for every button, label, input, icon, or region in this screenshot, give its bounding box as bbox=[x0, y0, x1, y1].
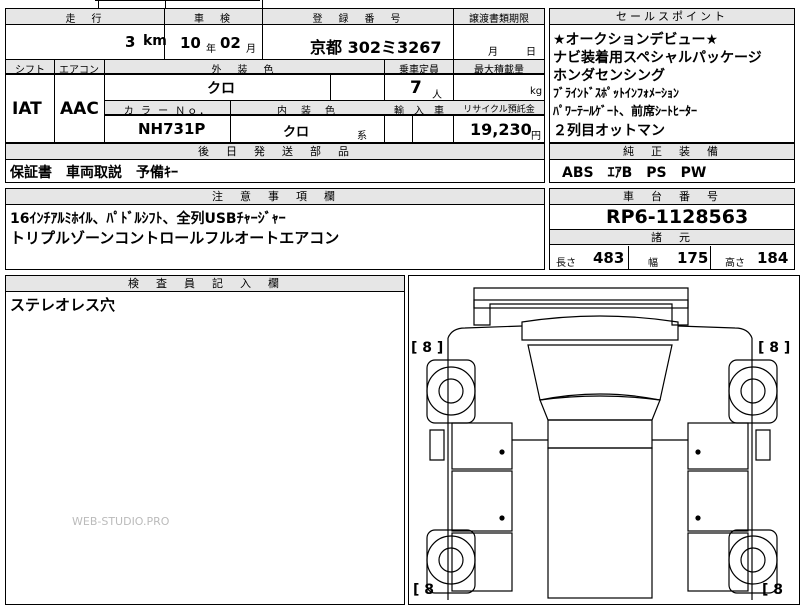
later-parts-value: 保証書 車両取説 予備ｷｰ bbox=[10, 165, 178, 181]
top-strip-divider bbox=[165, 0, 166, 8]
row-divider bbox=[5, 74, 545, 75]
col-divider bbox=[710, 246, 711, 270]
mileage-header: 走 行 bbox=[65, 14, 105, 25]
genuine-equipment-header: 純 正 装 備 bbox=[550, 144, 794, 160]
sales-point-5: ﾊﾟﾜｰﾃｰﾙｹﾞｰﾄ、前席ｼｰﾄﾋｰﾀｰ bbox=[553, 104, 698, 118]
row-divider bbox=[104, 115, 545, 116]
col-divider bbox=[330, 75, 331, 100]
max-load-unit: kg bbox=[530, 86, 543, 97]
inspection-year-unit: 年 bbox=[206, 44, 216, 55]
inspector-header: 検 査 員 記 入 欄 bbox=[6, 276, 404, 292]
sales-point-6: ２列目オットマン bbox=[553, 123, 665, 139]
col-divider bbox=[54, 60, 55, 143]
transfer-month: 月 bbox=[488, 47, 498, 58]
interior-suffix: 系 bbox=[357, 131, 367, 142]
tire-front-left: [ 8 ] bbox=[411, 340, 444, 356]
inspector-box bbox=[5, 275, 405, 605]
registration-header: 登 録 番 号 bbox=[312, 14, 404, 25]
chassis-header: 車 台 番 号 bbox=[550, 189, 794, 205]
genuine-equipment-value: ABS ｴｱB PS PW bbox=[562, 165, 707, 181]
sales-points-header: セールスポイント bbox=[550, 9, 794, 25]
top-strip-divider bbox=[98, 0, 99, 8]
interior-color-value: クロ bbox=[283, 125, 310, 140]
chassis-number: RP6-1128563 bbox=[606, 206, 749, 228]
later-parts-header: 後 日 発 送 部 品 bbox=[6, 144, 544, 160]
recycle-fee-value: 19,230 bbox=[470, 120, 532, 139]
length-label: 長さ bbox=[556, 258, 576, 269]
inspection-header: 車 検 bbox=[194, 14, 233, 25]
top-strip-line bbox=[95, 0, 260, 1]
length-value: 483 bbox=[593, 249, 625, 267]
col-divider bbox=[628, 246, 629, 270]
inspection-year: 10 bbox=[180, 34, 201, 52]
capacity-unit: 人 bbox=[432, 90, 442, 101]
notes-line-2: トリプルゾーンコントロールフルオートエアコン bbox=[10, 229, 340, 247]
transfer-day: 日 bbox=[526, 47, 536, 58]
notes-header: 注 意 事 項 欄 bbox=[6, 189, 544, 205]
watermark: WEB-STUDIO.PRO bbox=[72, 515, 170, 528]
inspector-note: ステレオレス穴 bbox=[10, 296, 116, 314]
sales-point-4: ﾌﾞﾗｲﾝﾄﾞｽﾎﾟｯﾄｲﾝﾌｫﾒｰｼｮﾝ bbox=[553, 86, 680, 100]
inspection-month: 02 bbox=[220, 34, 241, 52]
tire-rear-left: [ 8 bbox=[413, 582, 435, 598]
width-label: 幅 bbox=[648, 258, 658, 269]
col-divider bbox=[230, 101, 231, 143]
tire-rear-right: [ 8 bbox=[762, 582, 784, 598]
recycle-header: リサイクル預託金 bbox=[463, 105, 535, 115]
sales-point-1: ★オークションデビュー★ bbox=[553, 32, 719, 48]
aircon-value: AAC bbox=[60, 99, 99, 119]
top-strip-divider bbox=[262, 0, 263, 8]
mileage-unit: km bbox=[143, 33, 167, 49]
notes-line-1: 16ｲﾝﾁｱﾙﾐﾎｲﾙ、ﾊﾟﾄﾞﾙｼﾌﾄ、全列USBﾁｬｰｼﾞｬｰ bbox=[10, 211, 286, 227]
specs-header: 諸 元 bbox=[550, 230, 794, 245]
transfer-deadline-header: 譲渡書類期限 bbox=[469, 14, 529, 25]
color-no-value: NH731P bbox=[138, 120, 206, 138]
capacity-value: 7 bbox=[410, 78, 422, 98]
recycle-fee-unit: 円 bbox=[531, 131, 541, 142]
sales-point-3: ホンダセンシング bbox=[553, 68, 665, 84]
height-value: 184 bbox=[757, 249, 789, 267]
registration-number: 京都 302ミ3267 bbox=[310, 38, 442, 57]
col-divider bbox=[453, 9, 454, 59]
exterior-color-value: クロ bbox=[207, 81, 235, 97]
vehicle-diagram-box bbox=[408, 275, 800, 605]
shift-value: IAT bbox=[12, 99, 42, 119]
col-divider bbox=[262, 9, 263, 59]
height-label: 高さ bbox=[725, 258, 745, 269]
mileage-value: 3 bbox=[125, 33, 136, 51]
tire-front-right: [ 8 ] bbox=[758, 340, 791, 356]
col-divider bbox=[412, 116, 413, 143]
width-value: 175 bbox=[677, 249, 709, 267]
inspection-month-unit: 月 bbox=[246, 44, 256, 55]
sales-point-2: ナビ装着用スペシャルパッケージ bbox=[553, 50, 762, 66]
